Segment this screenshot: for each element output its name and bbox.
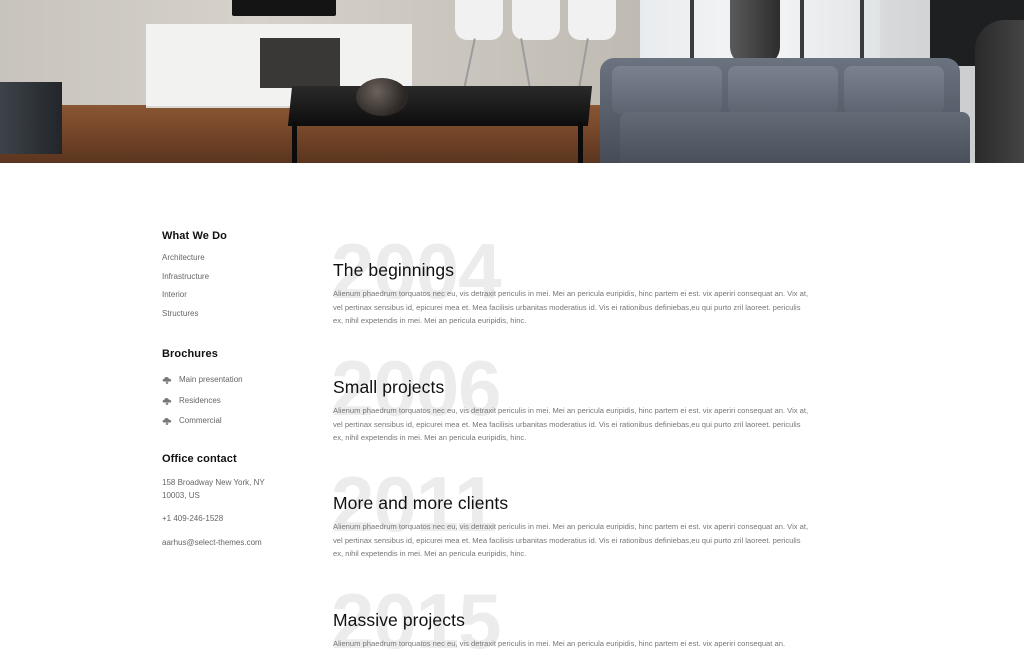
brochure-label: Commercial [179, 416, 222, 425]
sidebar-link-architecture[interactable]: Architecture [162, 249, 312, 268]
sidebar-link-interior[interactable]: Interior [162, 286, 312, 305]
sidebar-link-structures[interactable]: Structures [162, 305, 312, 324]
brochure-label: Main presentation [179, 375, 243, 384]
what-we-do-heading: What We Do [162, 230, 227, 242]
hero-sofa-cushion [612, 66, 722, 114]
hero-table-leg [292, 122, 297, 163]
hero-cabinet-shelf [260, 38, 340, 88]
hero-chair [568, 0, 616, 40]
office-address-line2: 10003, US [162, 490, 200, 500]
hero-sofa-seat [620, 112, 970, 163]
brochure-label: Residences [179, 395, 221, 405]
sidebar: What We Do Architecture Infrastructure I… [162, 228, 312, 549]
cloud-download-icon [162, 418, 172, 426]
timeline-entry-title: The beginnings [333, 260, 455, 280]
timeline-entry-body: Alienum phaedrum torquatos nec eu, vis d… [333, 639, 786, 648]
hero-table-leg [578, 122, 583, 163]
office-contact-heading: Office contact [162, 452, 237, 465]
brochure-residences[interactable]: Residences [162, 391, 312, 412]
hero-coffee-table [287, 86, 593, 126]
hero-image [0, 0, 1024, 163]
cloud-download-icon [162, 377, 172, 385]
cloud-download-icon [162, 397, 172, 405]
timeline-entry-title: Massive projects [333, 610, 465, 630]
brochure-main-presentation[interactable]: Main presentation [162, 370, 312, 391]
timeline-entry-title: More and more clients [333, 493, 509, 513]
office-address-line1: 158 Broadway New York, NY [162, 477, 265, 487]
hero-armchair [975, 20, 1024, 163]
hero-speaker [0, 82, 62, 154]
sidebar-link-infrastructure[interactable]: Infrastructure [162, 268, 312, 287]
hero-chair [455, 0, 503, 40]
office-email-link[interactable]: aarhus@select-themes.com [162, 536, 312, 549]
brochures-heading: Brochures [162, 348, 218, 360]
hero-chair [512, 0, 560, 40]
hero-vase [356, 78, 408, 116]
timeline-entry-body: Alienum phaedrum torquatos nec eu, vis d… [333, 289, 809, 325]
timeline-entry-body: Alienum phaedrum torquatos nec eu, vis d… [333, 406, 809, 442]
office-phone[interactable]: +1 409-246-1528 [162, 512, 312, 525]
timeline-entry-body: Alienum phaedrum torquatos nec eu, vis d… [333, 522, 809, 558]
hero-tv [232, 0, 336, 16]
hero-figure [730, 0, 780, 65]
timeline-entry-title: Small projects [333, 377, 445, 397]
hero-sofa-cushion [844, 66, 944, 114]
brochure-commercial[interactable]: Commercial [162, 411, 312, 432]
hero-sofa-cushion [728, 66, 838, 114]
